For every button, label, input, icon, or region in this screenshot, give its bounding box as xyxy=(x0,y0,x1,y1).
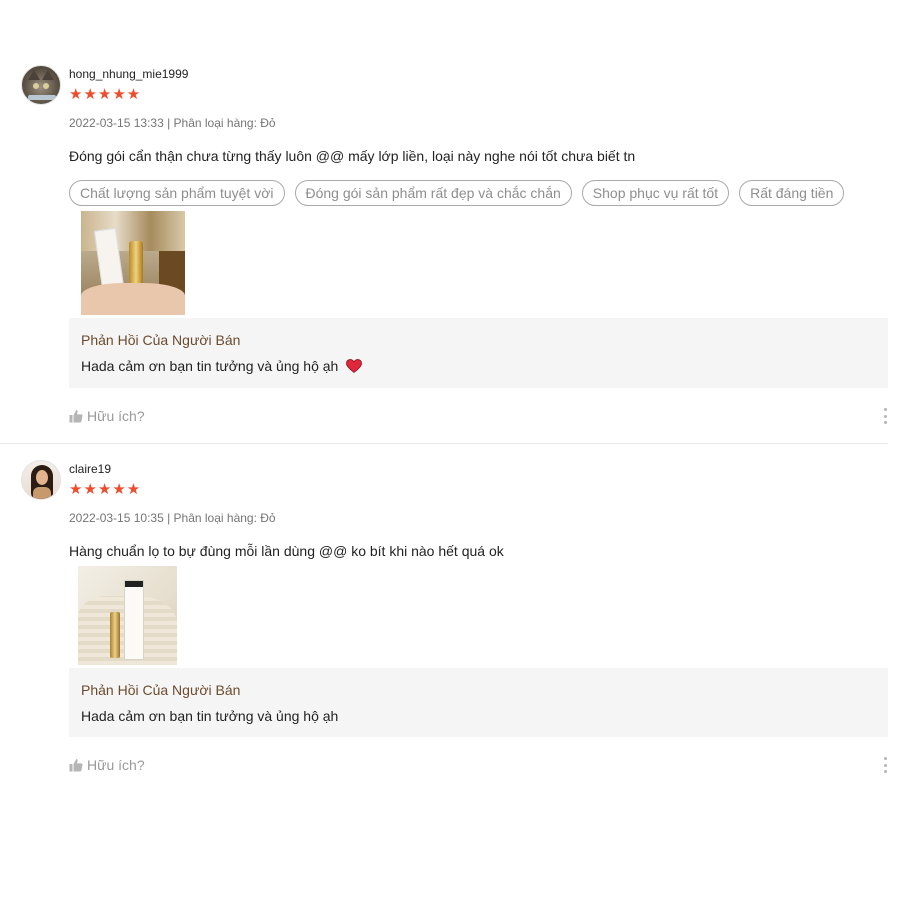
review-comment: Hàng chuẩn lọ to bự đùng mỗi lần dùng @@… xyxy=(69,543,504,559)
review-meta: 2022-03-15 13:33 | Phân loại hàng: Đỏ xyxy=(69,116,276,130)
more-vertical-icon[interactable] xyxy=(882,408,888,424)
seller-reply-message: Hada cảm ơn bạn tin tưởng và ủng hộ ạh xyxy=(81,358,339,374)
review-tag: Chất lượng sản phẩm tuyệt vời xyxy=(69,180,285,206)
seller-reply: Phản Hồi Của Người Bán Hada cảm ơn bạn t… xyxy=(69,318,888,388)
rating-stars: ★★★★★ xyxy=(69,481,142,498)
review-photo[interactable] xyxy=(78,566,177,665)
review-comment: Đóng gói cẩn thận chưa từng thấy luôn @@… xyxy=(69,148,636,164)
review-tag: Rất đáng tiền xyxy=(739,180,845,206)
seller-reply: Phản Hồi Của Người Bán Hada cảm ơn bạn t… xyxy=(69,668,888,737)
review-item: claire19 ★★★★★ 2022-03-15 10:35 | Phân l… xyxy=(0,444,900,900)
seller-reply-text: Hada cảm ơn bạn tin tưởng và ủng hộ ạh xyxy=(81,708,339,724)
more-vertical-icon[interactable] xyxy=(882,757,888,773)
review-tags: Chất lượng sản phẩm tuyệt vời Đóng gói s… xyxy=(69,180,845,206)
username[interactable]: hong_nhung_mie1999 xyxy=(69,67,188,81)
user-avatar[interactable] xyxy=(21,65,61,105)
user-avatar[interactable] xyxy=(21,460,61,500)
helpful-label: Hữu ích? xyxy=(87,408,145,424)
helpful-label: Hữu ích? xyxy=(87,757,145,773)
review-item: hong_nhung_mie1999 ★★★★★ 2022-03-15 13:3… xyxy=(0,0,900,444)
review-tag: Shop phục vụ rất tốt xyxy=(581,180,730,206)
seller-reply-text: Hada cảm ơn bạn tin tưởng và ủng hộ ạh xyxy=(81,358,363,374)
review-photo[interactable] xyxy=(81,211,185,315)
seller-reply-title: Phản Hồi Của Người Bán xyxy=(81,332,241,348)
heart-icon xyxy=(346,359,363,373)
review-tag: Đóng gói sản phẩm rất đẹp và chắc chắn xyxy=(294,180,572,206)
thumbs-up-icon xyxy=(69,759,83,772)
thumbs-up-icon xyxy=(69,410,83,423)
seller-reply-title: Phản Hồi Của Người Bán xyxy=(81,682,241,698)
username[interactable]: claire19 xyxy=(69,462,111,476)
helpful-button[interactable]: Hữu ích? xyxy=(69,408,145,424)
review-meta: 2022-03-15 10:35 | Phân loại hàng: Đỏ xyxy=(69,511,276,525)
rating-stars: ★★★★★ xyxy=(69,86,142,103)
helpful-button[interactable]: Hữu ích? xyxy=(69,757,145,773)
